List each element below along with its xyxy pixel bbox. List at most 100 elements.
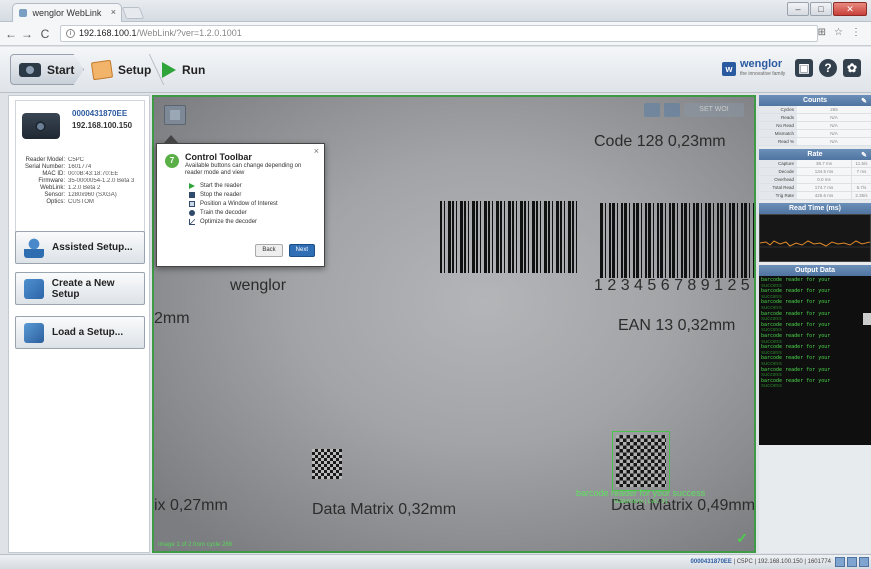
- rate-header: Rate ✎: [759, 149, 871, 160]
- play-icon: [162, 61, 176, 78]
- info-row: Firmware: 35-0000054-1.2.0 Beta 3: [38, 178, 135, 184]
- read-time-header: Read Time (ms): [759, 203, 871, 214]
- reader-icon[interactable]: ▣: [795, 59, 813, 77]
- new-tab-button[interactable]: [121, 7, 145, 19]
- info-row: WebLink: 1.2.0 Beta 2: [40, 185, 101, 191]
- control-toolbar-popup: 7 × Control Toolbar Available buttons ca…: [156, 135, 325, 267]
- status-indicator[interactable]: [835, 557, 845, 567]
- load-setup-label: Load a Setup...: [52, 327, 124, 338]
- reader-ip: 192.168.100.150: [72, 121, 133, 130]
- train-icon: [189, 209, 195, 216]
- back-button[interactable]: Back: [255, 244, 283, 257]
- reader-id[interactable]: 0000431870EE: [72, 109, 127, 118]
- barcode-ean13: [600, 203, 754, 278]
- back-icon[interactable]: ←: [4, 27, 18, 41]
- list-item: Train the decoder: [189, 208, 278, 217]
- address-host: 192.168.100.1: [79, 28, 137, 38]
- minimize-button[interactable]: –: [787, 2, 809, 16]
- window-controls: – □ ✕: [787, 2, 867, 16]
- output-header: Output Data: [759, 265, 871, 276]
- table-row: Cycles 265: [759, 106, 871, 114]
- new-setup-icon: [24, 278, 44, 299]
- person-icon: [24, 237, 44, 258]
- ean13-label: EAN 13 0,32mm: [618, 317, 736, 334]
- setup-icon: [90, 59, 114, 80]
- code128-label: Code 128 0,23mm: [594, 133, 726, 150]
- help-icon[interactable]: ?: [819, 59, 837, 77]
- popup-close-icon[interactable]: ×: [314, 146, 319, 156]
- stop-reader-icon[interactable]: [164, 105, 186, 125]
- extension-icon[interactable]: ⊞: [818, 27, 826, 38]
- settings-icon[interactable]: ✿: [843, 59, 861, 77]
- info-row: Sensor: 1280x960 (SXGA): [44, 192, 117, 198]
- datamatrix-small: [312, 449, 342, 479]
- favicon-icon: [19, 9, 27, 17]
- assisted-setup-label: Assisted Setup...: [52, 242, 133, 253]
- edit-icon[interactable]: ✎: [861, 150, 867, 161]
- address-bar[interactable]: i 192.168.100.1/WebLink/?ver=1.2.0.1001: [60, 25, 818, 42]
- status-indicators: [835, 557, 869, 567]
- output-line: success: [761, 383, 783, 390]
- wenglor-logo: w wenglor the innovative family: [722, 57, 785, 81]
- table-row: No Read N/A: [759, 122, 871, 130]
- reader-card: 0000431870EE 192.168.100.150 Reader Mode…: [15, 100, 145, 234]
- run-step-button[interactable]: Run: [150, 54, 220, 85]
- close-window-button[interactable]: ✕: [833, 2, 867, 16]
- assisted-setup-button[interactable]: Assisted Setup...: [15, 231, 145, 264]
- bookmark-star-icon[interactable]: ☆: [834, 27, 843, 38]
- status-bar: 0000431870EE | C5PC | 192.168.100.150 | …: [0, 554, 871, 569]
- list-item: Start the reader: [189, 181, 278, 190]
- address-row: ← → C i 192.168.100.1/WebLink/?ver=1.2.0…: [0, 22, 871, 46]
- dm027-label: ix 0,27mm: [154, 497, 228, 514]
- table-row: Read % N/A: [759, 138, 871, 146]
- popup-title: Control Toolbar: [185, 152, 252, 162]
- rate-table: Capture 38.7 ms 11.5/s Decode 134.5 ms 7 ms …: [759, 160, 871, 200]
- address-actions: ⊞ ☆ ⋮: [818, 27, 861, 38]
- table-row: Trig Rate 425.6 ms 2.35/s: [759, 192, 871, 200]
- table-row: Total Read 174.7 ms 5.7/s: [759, 184, 871, 192]
- window-of-interest-icon: [189, 200, 195, 207]
- app-toolbar: Start Setup Run w wenglor the innovative …: [0, 47, 871, 93]
- status-reader-id: 0000431870EE: [690, 559, 732, 565]
- info-row: Optics: CUSTOM: [46, 199, 94, 205]
- menu-icon[interactable]: ⋮: [851, 27, 861, 38]
- output-console[interactable]: barcode reader for your success barcode r…: [759, 276, 871, 445]
- left-mm-label: 2mm: [154, 310, 190, 327]
- reload-icon[interactable]: C: [38, 27, 52, 41]
- read-time-graph: [759, 214, 871, 262]
- decode-result-text: barcode reader for your success: [576, 488, 706, 498]
- browser-tab-strip: wenglor WebLink × – □ ✕: [0, 0, 871, 22]
- maximize-button[interactable]: □: [810, 2, 832, 16]
- counts-header: Counts ✎: [759, 95, 871, 106]
- forward-icon[interactable]: →: [20, 27, 34, 41]
- list-item: Optimize the decoder: [189, 217, 278, 226]
- woi-icon[interactable]: [644, 103, 660, 117]
- browser-tab[interactable]: wenglor WebLink ×: [12, 3, 122, 22]
- setup-label: Setup: [118, 62, 152, 77]
- decode-region-box: [612, 431, 670, 491]
- logo-subtext: the innovative family: [740, 71, 786, 77]
- load-setup-button[interactable]: Load a Setup...: [15, 316, 145, 349]
- start-step-button[interactable]: Start: [10, 54, 84, 85]
- status-indicator[interactable]: [847, 557, 857, 567]
- camera-controls: SET WOI: [644, 103, 744, 117]
- list-item: Stop the reader: [189, 190, 278, 199]
- create-setup-button[interactable]: Create a New Setup: [15, 272, 145, 305]
- tab-close-icon[interactable]: ×: [111, 7, 116, 17]
- edit-icon[interactable]: ✎: [861, 96, 867, 107]
- zoom-icon[interactable]: [664, 103, 680, 117]
- tab-title: wenglor WebLink: [32, 8, 102, 18]
- setup-step-button[interactable]: Setup: [80, 54, 158, 85]
- start-label: Start: [47, 62, 75, 77]
- counts-table: Cycles 265 Reads N/A No Read N/A Mismatch N/…: [759, 106, 871, 146]
- info-icon[interactable]: i: [66, 29, 75, 38]
- status-indicator[interactable]: [859, 557, 869, 567]
- set-woi-button[interactable]: SET WOI: [684, 103, 744, 117]
- reader-device-image: [22, 113, 60, 139]
- status-text: 0000431870EE | C5PC | 192.168.100.150 | …: [691, 555, 831, 569]
- dm032-label: Data Matrix 0,32mm: [312, 501, 457, 518]
- next-button[interactable]: Next: [288, 244, 315, 257]
- output-scrollbar[interactable]: [863, 313, 871, 325]
- info-row: Reader Model: C5PC: [25, 157, 85, 163]
- stop-icon: [189, 191, 195, 198]
